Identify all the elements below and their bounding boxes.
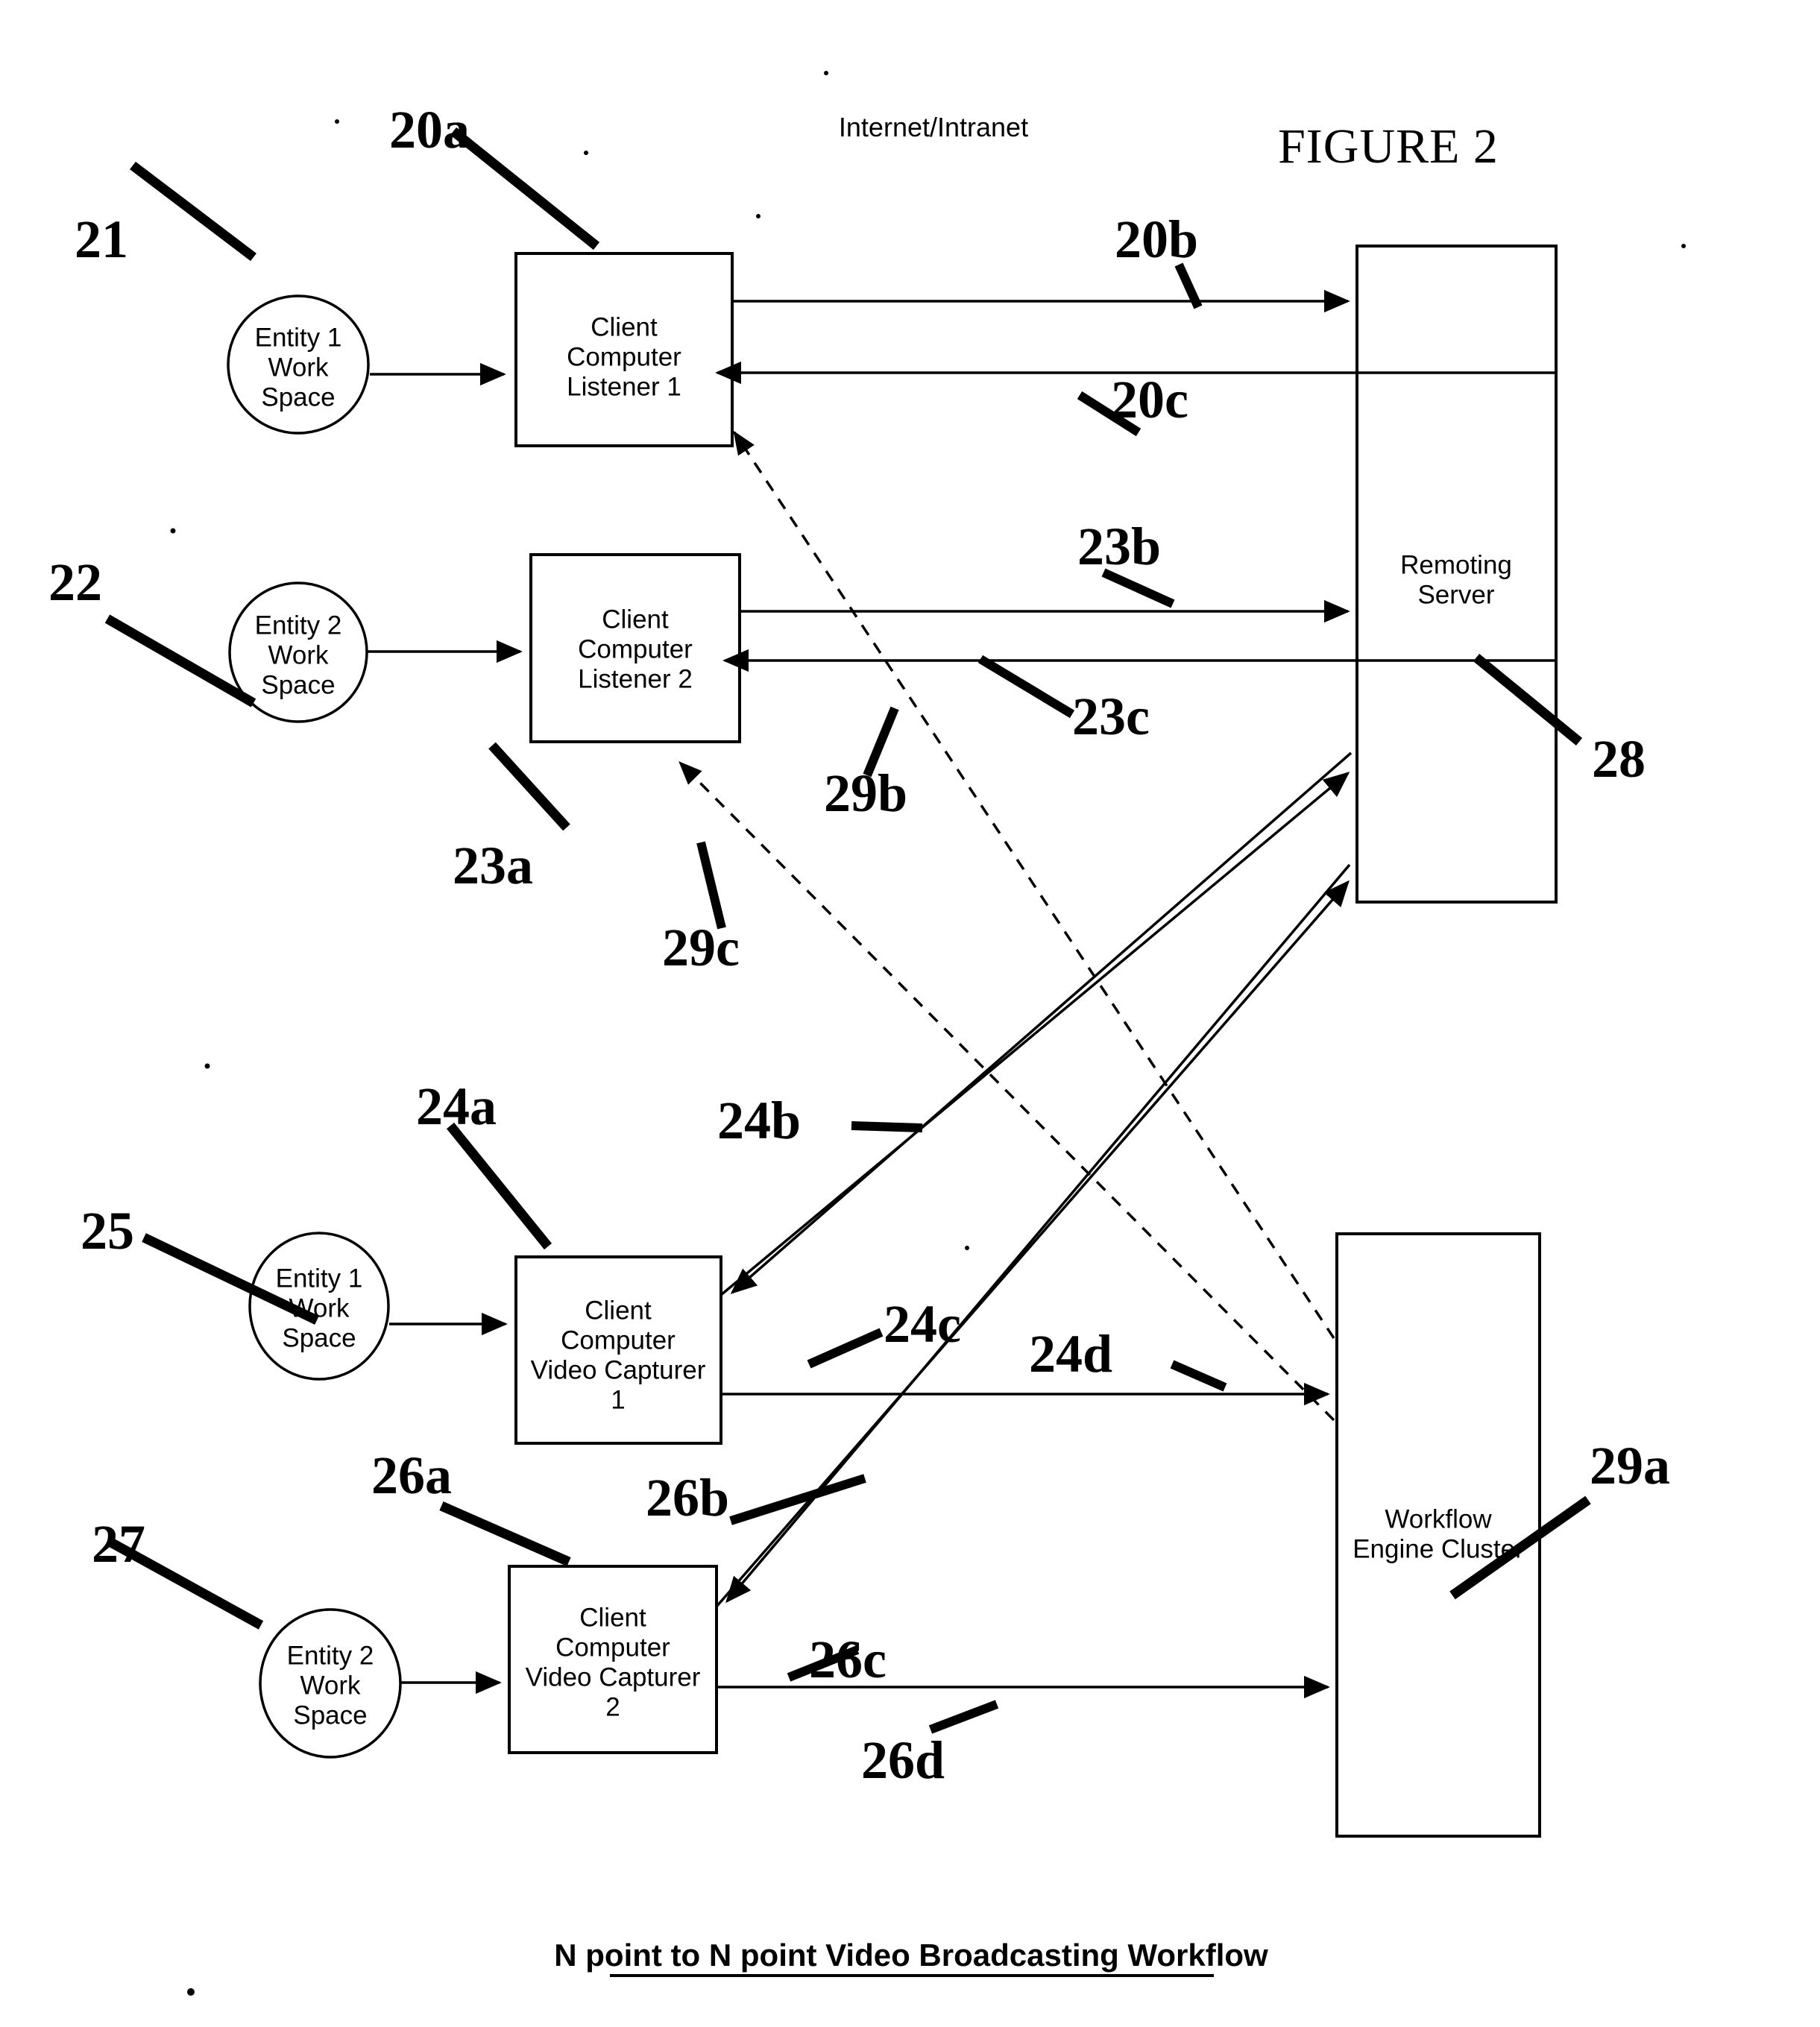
leader-24a (446, 1122, 552, 1250)
remoting-server-line1: Remoting (1400, 550, 1512, 579)
ref-20a: 20a (389, 100, 470, 160)
node-video-capturer-2[interactable]: Client Computer Video Capturer 2 (508, 1565, 718, 1754)
ref-23b: 23b (1077, 517, 1161, 576)
leader-23c (977, 655, 1075, 719)
ref-26a: 26a (371, 1446, 452, 1505)
video-capturer-1-line3: Video Capturer (531, 1355, 706, 1384)
ref-20b: 20b (1115, 209, 1198, 269)
ref-20c: 20c (1111, 370, 1188, 429)
ref-24b: 24b (717, 1091, 801, 1150)
ref-28: 28 (1592, 729, 1646, 789)
workflow-engine-line1: Workflow (1385, 1504, 1492, 1533)
entity1-capturer-ws-line1: Entity 1 (276, 1264, 363, 1293)
connector-24b-capturer1-to-server (720, 772, 1350, 1296)
ref-27: 27 (92, 1514, 145, 1574)
video-capturer-2-line2: Computer (555, 1633, 670, 1662)
ref-26b: 26b (646, 1468, 729, 1528)
client-listener-2-line3: Listener 2 (578, 664, 693, 693)
entity1-listener-ws-line1: Entity 1 (255, 323, 342, 352)
entity2-listener-ws-line2: Work (268, 640, 329, 669)
node-client-listener-1[interactable]: Client Computer Listener 1 (514, 252, 734, 447)
entity1-listener-ws-line2: Work (268, 353, 329, 382)
ref-26d: 26d (861, 1730, 945, 1790)
client-listener-1-line3: Listener 1 (567, 372, 681, 401)
connector-29b-workflow-to-listener1 (733, 430, 1335, 1339)
ref-29c: 29c (662, 918, 740, 977)
figure-title: FIGURE 2 (1278, 119, 1499, 174)
entity2-listener-ws-line3: Space (261, 670, 335, 699)
leader-29c (696, 841, 726, 930)
client-listener-1-line2: Computer (567, 342, 681, 371)
node-remoting-server[interactable]: Remoting Server (1355, 245, 1558, 904)
client-listener-2-line2: Computer (578, 634, 693, 663)
ref-24a: 24a (416, 1076, 497, 1136)
node-video-capturer-1[interactable]: Client Computer Video Capturer 1 (514, 1255, 722, 1445)
entity1-capturer-ws-line3: Space (282, 1323, 356, 1352)
entity2-capturer-ws-line2: Work (300, 1671, 361, 1700)
node-workflow-engine-cluster[interactable]: Workflow Engine Cluster (1335, 1232, 1541, 1838)
entity1-listener-ws-line3: Space (261, 382, 335, 412)
ref-26c: 26c (809, 1630, 887, 1689)
ref-24c: 24c (884, 1294, 961, 1354)
leader-26a (439, 1501, 571, 1566)
remoting-server-line2: Server (1417, 580, 1494, 609)
leader-20a (450, 127, 600, 250)
ref-23c: 23c (1072, 687, 1150, 746)
node-client-listener-2[interactable]: Client Computer Listener 2 (529, 553, 741, 743)
leader-26d (928, 1700, 999, 1734)
ref-22: 22 (48, 552, 102, 612)
video-capturer-1-line4: 1 (611, 1385, 625, 1414)
ref-25: 25 (81, 1201, 134, 1261)
leader-24d (1170, 1360, 1227, 1392)
entity2-capturer-ws-line1: Entity 2 (287, 1641, 374, 1670)
ref-23a: 23a (453, 836, 533, 895)
node-entity1-capturer-workspace[interactable]: Entity 1 Work Space (248, 1232, 390, 1381)
client-listener-2-line1: Client (602, 605, 669, 634)
connector-24c-server-to-capturer1 (730, 751, 1353, 1294)
node-entity1-listener-workspace[interactable]: Entity 1 Work Space (227, 294, 370, 435)
video-capturer-2-line1: Client (579, 1603, 646, 1632)
ref-24d: 24d (1029, 1324, 1112, 1384)
ref-29b: 29b (824, 763, 907, 823)
ref-29a: 29a (1590, 1436, 1670, 1495)
leader-23b (1101, 568, 1175, 608)
network-label: Internet/Intranet (839, 112, 1028, 142)
video-capturer-1-line1: Client (585, 1296, 652, 1325)
entity2-capturer-ws-line3: Space (293, 1700, 367, 1730)
entity2-listener-ws-line1: Entity 2 (255, 611, 342, 640)
leader-21 (130, 161, 256, 262)
video-capturer-2-line4: 2 (605, 1692, 620, 1721)
video-capturer-1-line2: Computer (561, 1325, 676, 1355)
client-listener-1-line1: Client (591, 312, 658, 341)
leader-24b (851, 1121, 923, 1132)
leader-23a (488, 742, 570, 831)
node-entity2-capturer-workspace[interactable]: Entity 2 Work Space (259, 1608, 402, 1759)
patent-figure: Entity 1 Work Space Entity 2 Work Space … (0, 0, 1820, 2027)
video-capturer-2-line3: Video Capturer (526, 1662, 701, 1692)
ref-21: 21 (75, 209, 128, 269)
figure-caption: N point to N point Video Broadcasting Wo… (554, 1938, 1268, 1973)
leader-24c (807, 1328, 884, 1369)
figure-2-diagram: Entity 1 Work Space Entity 2 Work Space … (48, 71, 1686, 1996)
